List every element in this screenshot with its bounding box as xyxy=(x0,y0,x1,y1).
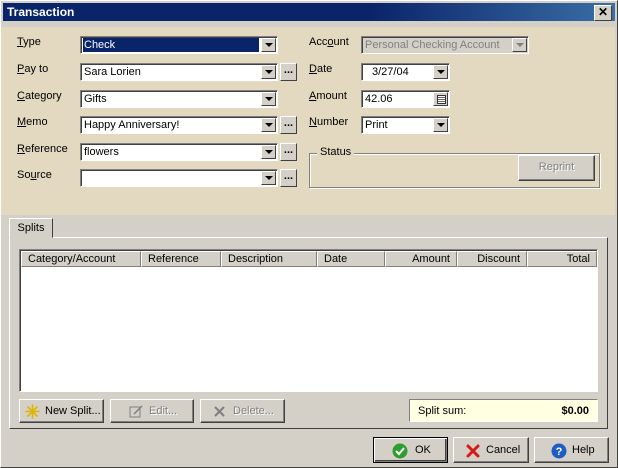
pencil-icon xyxy=(129,405,143,418)
close-button[interactable]: ✕ xyxy=(594,5,612,21)
help-icon: ? xyxy=(551,443,567,459)
pay-to-label: Pay to xyxy=(17,63,49,75)
number-select[interactable]: Print xyxy=(361,116,450,134)
column-header-description[interactable]: Description xyxy=(221,251,317,267)
date-field[interactable]: 3/27/04 xyxy=(361,63,450,81)
chevron-down-icon[interactable] xyxy=(261,145,276,159)
title-bar[interactable]: Transaction ✕ xyxy=(3,3,615,21)
chevron-down-icon[interactable] xyxy=(261,118,276,132)
new-split-button[interactable]: New Split... xyxy=(19,399,104,423)
chevron-down-icon[interactable] xyxy=(261,65,276,79)
account-label: Account xyxy=(309,36,349,48)
splits-table-header: Category/Account Reference Description D… xyxy=(21,251,597,267)
reference-combo[interactable]: flowers xyxy=(80,143,278,161)
column-header-reference[interactable]: Reference xyxy=(141,251,221,267)
split-sum-value: $0.00 xyxy=(561,405,589,417)
close-icon xyxy=(466,444,480,458)
source-combo[interactable] xyxy=(80,169,278,187)
reference-browse-button[interactable]: ... xyxy=(280,143,297,161)
category-label: Category xyxy=(17,90,62,102)
source-browse-button[interactable]: ... xyxy=(280,169,297,187)
account-select: Personal Checking Account xyxy=(361,36,529,54)
delete-split-button: Delete... xyxy=(200,399,285,423)
reference-label: Reference xyxy=(17,143,68,155)
chevron-down-icon xyxy=(512,38,527,52)
cancel-button[interactable]: Cancel xyxy=(453,437,529,463)
amount-field[interactable]: 42.06 xyxy=(361,90,450,108)
pay-to-combo[interactable]: Sara Lorien xyxy=(80,63,278,81)
type-label: Type xyxy=(17,36,41,48)
sparkle-icon xyxy=(25,404,40,419)
memo-combo[interactable]: Happy Anniversary! xyxy=(80,116,278,134)
ok-button[interactable]: OK xyxy=(373,437,448,463)
column-header-category-account[interactable]: Category/Account xyxy=(21,251,141,267)
memo-label: Memo xyxy=(17,116,48,128)
number-label: Number xyxy=(309,116,349,128)
category-combo[interactable]: Gifts xyxy=(80,90,278,108)
date-label: Date xyxy=(309,63,333,75)
reprint-button: Reprint xyxy=(518,155,595,181)
chevron-down-icon[interactable] xyxy=(433,118,448,132)
window-title: Transaction xyxy=(7,5,75,19)
chevron-down-icon[interactable] xyxy=(261,92,276,106)
splits-table[interactable]: Category/Account Reference Description D… xyxy=(19,249,598,392)
column-header-discount[interactable]: Discount xyxy=(457,251,527,267)
tab-splits[interactable]: Splits xyxy=(9,218,53,238)
pay-to-browse-button[interactable]: ... xyxy=(280,63,297,81)
source-label: Source xyxy=(17,169,52,181)
delete-x-icon xyxy=(214,406,225,417)
svg-text:?: ? xyxy=(556,446,563,458)
status-legend: Status xyxy=(317,146,355,158)
memo-browse-button[interactable]: ... xyxy=(280,116,297,134)
help-button[interactable]: ? Help xyxy=(534,437,609,463)
split-sum-panel: Split sum: $0.00 xyxy=(409,399,598,422)
chevron-down-icon[interactable] xyxy=(433,65,448,79)
column-header-total[interactable]: Total xyxy=(527,251,597,267)
column-header-date[interactable]: Date xyxy=(317,251,385,267)
edit-split-button: Edit... xyxy=(110,399,194,423)
calculator-icon[interactable] xyxy=(433,92,448,106)
amount-label: Amount xyxy=(309,90,347,102)
chevron-down-icon[interactable] xyxy=(261,171,276,185)
type-select[interactable]: Check xyxy=(80,36,278,54)
column-header-amount[interactable]: Amount xyxy=(385,251,457,267)
chevron-down-icon[interactable] xyxy=(261,38,276,52)
split-sum-label: Split sum: xyxy=(418,405,467,417)
check-icon xyxy=(392,443,408,459)
